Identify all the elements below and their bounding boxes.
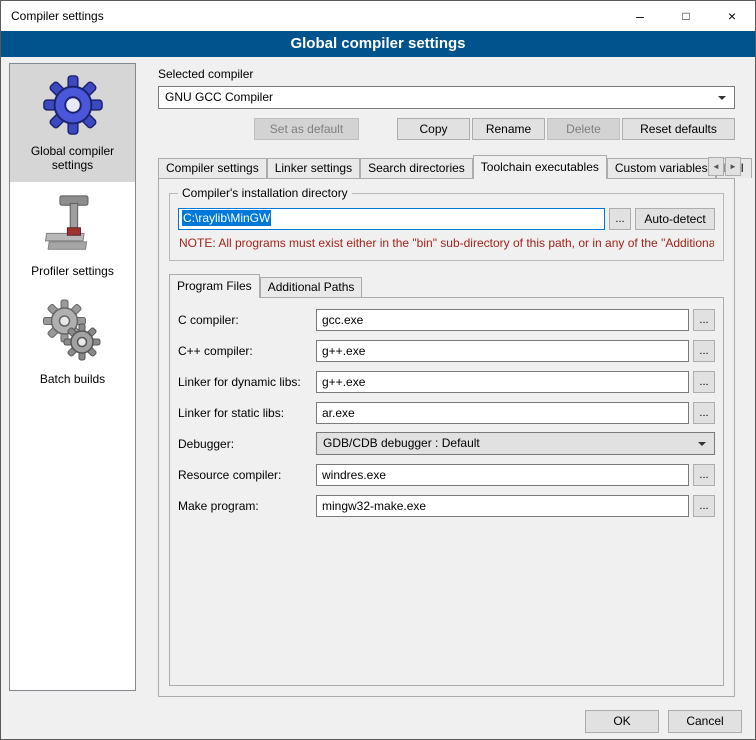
cpp-compiler-label: C++ compiler:	[178, 344, 316, 358]
bin-subdirectory-note: NOTE: All programs must exist either in …	[179, 236, 714, 250]
debugger-select-value: GDB/CDB debugger : Default	[323, 436, 480, 450]
dialog-banner: Global compiler settings	[1, 31, 755, 57]
titlebar[interactable]: Compiler settings – □ ×	[1, 1, 755, 31]
resource-compiler-label: Resource compiler:	[178, 468, 316, 482]
dialog-footer: OK Cancel	[585, 710, 742, 733]
tab-scroll-left-icon[interactable]: ◄	[708, 157, 724, 176]
tab-scroll-right-icon[interactable]: ►	[725, 157, 741, 176]
selected-compiler-label: Selected compiler	[158, 67, 735, 81]
minimize-button[interactable]: –	[617, 1, 663, 31]
tab-program-files[interactable]: Program Files	[169, 274, 260, 298]
static-linker-input[interactable]	[316, 402, 689, 424]
cpp-compiler-row: C++ compiler: ...	[178, 339, 715, 362]
chevron-down-icon	[718, 96, 726, 100]
c-compiler-input[interactable]	[316, 309, 689, 331]
make-program-label: Make program:	[178, 499, 316, 513]
install-dir-input[interactable]: C:\raylib\MinGW	[178, 208, 605, 230]
toolchain-executables-page: Compiler's installation directory C:\ray…	[158, 178, 735, 697]
compiler-select[interactable]: GNU GCC Compiler	[158, 86, 735, 109]
toolchain-subtabs: Program Files Additional Paths	[169, 273, 724, 297]
sidebar-item-label: Batch builds	[18, 372, 128, 386]
sidebar-item-global-compiler-settings[interactable]: Global compiler settings	[10, 64, 135, 182]
reset-defaults-button[interactable]: Reset defaults	[622, 118, 735, 140]
cpp-compiler-input[interactable]	[316, 340, 689, 362]
gray-gears-icon	[41, 298, 105, 364]
make-program-row: Make program: ...	[178, 494, 715, 517]
main-panel: Selected compiler GNU GCC Compiler Set a…	[146, 63, 747, 697]
c-compiler-label: C compiler:	[178, 313, 316, 327]
make-program-browse-button[interactable]: ...	[693, 495, 715, 517]
compiler-settings-window: Compiler settings – □ × Global compiler …	[0, 0, 756, 740]
settings-sidebar: Global compiler settings Profiler settin…	[9, 63, 136, 691]
debugger-label: Debugger:	[178, 437, 316, 451]
compiler-actions: Set as default Copy Rename Delete Reset …	[158, 118, 735, 140]
installation-directory-group-label: Compiler's installation directory	[178, 186, 352, 200]
install-dir-selected-text: C:\raylib\MinGW	[182, 210, 271, 226]
c-compiler-row: C compiler: ...	[178, 308, 715, 331]
tab-scrollers: ◄ ►	[708, 157, 741, 176]
delete-button[interactable]: Delete	[547, 118, 620, 140]
rename-button[interactable]: Rename	[472, 118, 545, 140]
dynamic-linker-browse-button[interactable]: ...	[693, 371, 715, 393]
blue-gear-icon	[42, 74, 104, 136]
static-linker-browse-button[interactable]: ...	[693, 402, 715, 424]
window-controls: – □ ×	[617, 1, 755, 31]
static-linker-label: Linker for static libs:	[178, 406, 316, 420]
sidebar-item-profiler-settings[interactable]: Profiler settings	[10, 182, 135, 288]
dialog-body: Global compiler settings Profiler settin…	[1, 57, 755, 740]
dynamic-linker-label: Linker for dynamic libs:	[178, 375, 316, 389]
debugger-select[interactable]: GDB/CDB debugger : Default	[316, 432, 715, 455]
cpp-compiler-browse-button[interactable]: ...	[693, 340, 715, 362]
chevron-down-icon	[698, 442, 706, 446]
install-dir-browse-button[interactable]: ...	[609, 208, 631, 230]
tab-custom-variables[interactable]: Custom variables	[607, 158, 716, 178]
close-button[interactable]: ×	[709, 1, 755, 31]
tab-search-directories[interactable]: Search directories	[360, 158, 473, 178]
c-compiler-browse-button[interactable]: ...	[693, 309, 715, 331]
sidebar-item-label: Profiler settings	[18, 264, 128, 278]
window-title: Compiler settings	[11, 9, 104, 23]
debugger-row: Debugger: GDB/CDB debugger : Default	[178, 432, 715, 455]
dynamic-linker-row: Linker for dynamic libs: ...	[178, 370, 715, 393]
installation-directory-group: Compiler's installation directory C:\ray…	[169, 193, 724, 261]
static-linker-row: Linker for static libs: ...	[178, 401, 715, 424]
set-as-default-button[interactable]: Set as default	[254, 118, 359, 140]
copy-button[interactable]: Copy	[397, 118, 470, 140]
make-program-input[interactable]	[316, 495, 689, 517]
resource-compiler-browse-button[interactable]: ...	[693, 464, 715, 486]
dynamic-linker-input[interactable]	[316, 371, 689, 393]
resource-compiler-row: Resource compiler: ...	[178, 463, 715, 486]
tab-compiler-settings[interactable]: Compiler settings	[158, 158, 267, 178]
installation-directory-row: C:\raylib\MinGW ... Auto-detect	[178, 208, 715, 230]
settings-tabstrip: Compiler settings Linker settings Search…	[158, 154, 735, 178]
cancel-button[interactable]: Cancel	[668, 710, 742, 733]
maximize-button[interactable]: □	[663, 1, 709, 31]
auto-detect-button[interactable]: Auto-detect	[635, 208, 715, 230]
tab-toolchain-executables[interactable]: Toolchain executables	[473, 155, 607, 179]
program-files-page: C compiler: ... C++ compiler: ... Linker…	[169, 297, 724, 686]
compiler-select-value: GNU GCC Compiler	[165, 90, 273, 104]
sidebar-item-batch-builds[interactable]: Batch builds	[10, 288, 135, 396]
profiler-clamp-icon	[43, 192, 103, 256]
ok-button[interactable]: OK	[585, 710, 659, 733]
sidebar-item-label: Global compiler settings	[18, 144, 128, 172]
tab-additional-paths[interactable]: Additional Paths	[260, 277, 363, 297]
resource-compiler-input[interactable]	[316, 464, 689, 486]
tab-linker-settings[interactable]: Linker settings	[267, 158, 360, 178]
